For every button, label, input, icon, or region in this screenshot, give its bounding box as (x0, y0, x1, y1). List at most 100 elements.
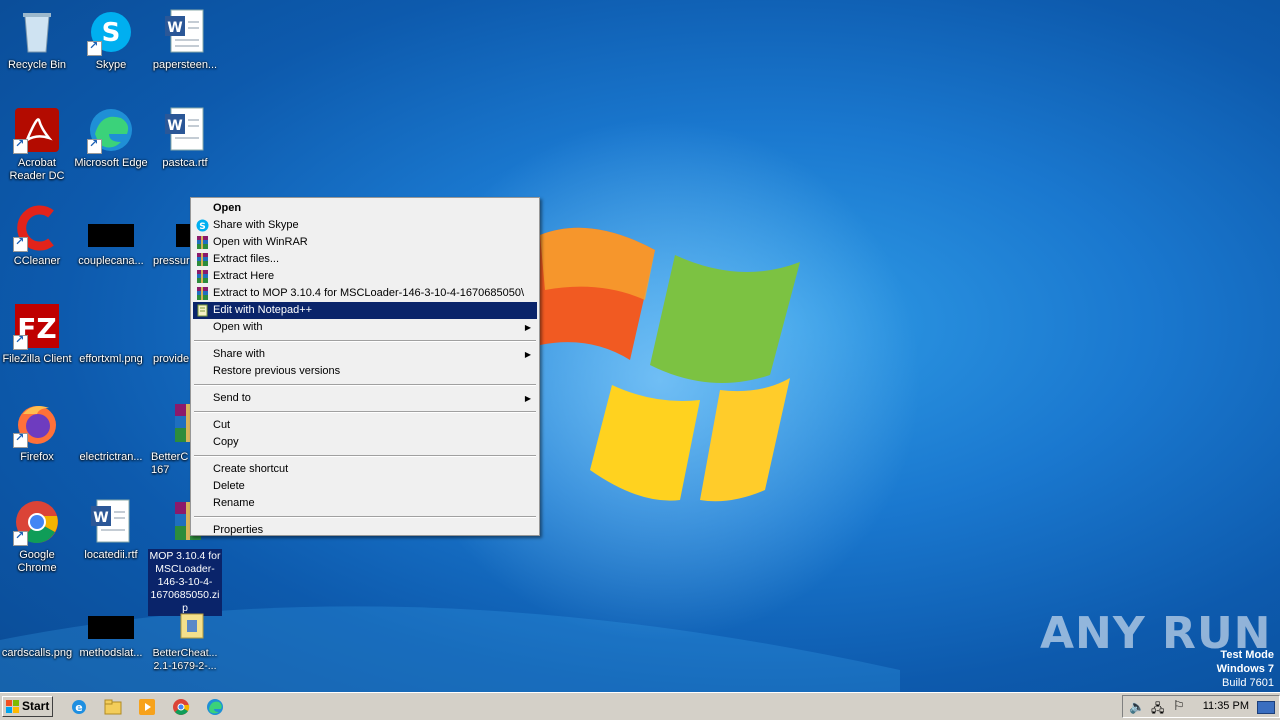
acrobat-icon (13, 106, 61, 154)
windows-flag-icon (6, 700, 19, 713)
blank-thumb-icon (87, 400, 135, 448)
notepadpp-icon (197, 304, 208, 317)
menu-item-rename[interactable]: Rename (193, 495, 537, 512)
svg-text:W: W (93, 510, 108, 526)
desktop-icon-effortxml[interactable]: effortxml.png (74, 302, 148, 366)
shortcut-arrow-icon (13, 529, 28, 546)
desktop-icon-label: Microsoft Edge (74, 157, 148, 169)
menu-item-properties[interactable]: Properties (193, 522, 537, 539)
menu-item-label: Create shortcut (213, 463, 289, 475)
word-doc-icon: W (87, 498, 135, 546)
menu-item-open[interactable]: Open (193, 200, 537, 217)
desktop-icon-label: CCleaner (13, 255, 61, 267)
explorer-icon[interactable] (104, 698, 122, 716)
menu-item-restore-previous-versions[interactable]: Restore previous versions (193, 363, 537, 380)
menu-item-cut[interactable]: Cut (193, 417, 537, 434)
show-desktop-icon[interactable] (1257, 701, 1275, 714)
winrar-icon (197, 236, 208, 249)
winrar-icon (197, 270, 208, 283)
desktop-icon-papersteen[interactable]: W papersteen... (148, 8, 222, 72)
desktop-icon-ccleaner[interactable]: CCleaner (0, 204, 74, 268)
desktop-icon-filezilla[interactable]: FZ FileZilla Client (0, 302, 74, 366)
menu-separator (194, 455, 536, 457)
desktop-icon-chrome[interactable]: Google Chrome (0, 498, 74, 575)
menu-item-share-with[interactable]: Share with ▶ (193, 346, 537, 363)
word-doc-icon: W (161, 106, 209, 154)
menu-item-extract-to-folder[interactable]: Extract to MOP 3.10.4 for MSCLoader-146-… (193, 285, 537, 302)
menu-item-open-with-winrar[interactable]: Open with WinRAR (193, 234, 537, 251)
svg-text:W: W (167, 118, 182, 134)
shortcut-arrow-icon (87, 39, 102, 56)
desktop-icon-methodslat[interactable]: methodslat... (74, 596, 148, 660)
context-menu: Open S Share with Skype Open with WinRAR… (190, 197, 540, 536)
menu-separator (194, 411, 536, 413)
edge-icon (87, 106, 135, 154)
desktop-icon-acrobat[interactable]: Acrobat Reader DC (0, 106, 74, 183)
desktop-icon-label: Skype (95, 59, 127, 71)
menu-item-open-with[interactable]: Open with ▶ (193, 319, 537, 336)
menu-item-copy[interactable]: Copy (193, 434, 537, 451)
desktop-icon-edge[interactable]: Microsoft Edge (74, 106, 148, 170)
svg-text:S: S (199, 222, 205, 232)
recycle-bin-icon (13, 8, 61, 56)
desktop-icon-pastca[interactable]: W pastca.rtf (148, 106, 222, 170)
svg-text:S: S (102, 18, 121, 48)
svg-text:e: e (75, 701, 82, 714)
menu-item-label: Send to (213, 392, 251, 404)
media-player-icon[interactable] (138, 698, 156, 716)
menu-separator (194, 516, 536, 518)
menu-separator (194, 384, 536, 386)
menu-item-label: Delete (213, 480, 245, 492)
desktop-icon-recycle-bin[interactable]: Recycle Bin (0, 8, 74, 72)
desktop-icon-locatedii[interactable]: W locatedii.rtf (74, 498, 148, 562)
desktop-icon-electrictran[interactable]: electrictran... (74, 400, 148, 464)
ccleaner-icon (13, 204, 61, 252)
menu-item-label: Copy (213, 436, 239, 448)
menu-item-label: Share with (213, 348, 265, 360)
desktop-icon-label: Firefox (20, 451, 54, 463)
menu-item-edit-with-notepadpp[interactable]: Edit with Notepad++ (193, 302, 537, 319)
volume-icon[interactable]: 🔈 (1129, 699, 1145, 715)
network-icon[interactable]: 🖧 (1151, 699, 1164, 720)
desktop-icon-couplecana[interactable]: couplecana... (74, 204, 148, 268)
desktop-icon-label: locatedii.rtf (84, 549, 138, 561)
menu-item-extract-files[interactable]: Extract files... (193, 251, 537, 268)
menu-item-extract-here[interactable]: Extract Here (193, 268, 537, 285)
desktop-icon-cardscalls[interactable]: cardscalls.png (0, 596, 74, 660)
skype-icon: S (196, 219, 209, 232)
desktop-icon-label: effortxml.png (79, 353, 143, 365)
chrome-icon[interactable] (172, 698, 190, 716)
desktop-icon-label: methodslat... (79, 647, 143, 659)
blank-thumb-icon (87, 302, 135, 350)
svg-text:W: W (167, 20, 182, 36)
installer-icon (161, 596, 209, 644)
menu-item-label: Open with WinRAR (213, 236, 308, 248)
desktop-icon-label: cardscalls.png (1, 647, 73, 659)
desktop-icon-label: pastca.rtf (162, 157, 208, 169)
chrome-icon (13, 498, 61, 546)
menu-item-share-with-skype[interactable]: S Share with Skype (193, 217, 537, 234)
menu-item-label: Extract Here (213, 270, 275, 282)
action-center-flag-icon[interactable]: ⚐ (1173, 698, 1185, 714)
shortcut-arrow-icon (13, 235, 28, 252)
winrar-icon (197, 287, 208, 300)
menu-item-send-to[interactable]: Send to ▶ (193, 390, 537, 407)
menu-item-label: Open with (213, 321, 263, 333)
desktop-icon-label: Recycle Bin (7, 59, 67, 71)
start-button[interactable]: Start (2, 696, 53, 717)
menu-item-create-shortcut[interactable]: Create shortcut (193, 461, 537, 478)
shortcut-arrow-icon (13, 431, 28, 448)
desktop-icon-firefox[interactable]: Firefox (0, 400, 74, 464)
desktop-icon-skype[interactable]: S Skype (74, 8, 148, 72)
clock[interactable]: 11:35 PM (1203, 700, 1249, 712)
ie-icon[interactable]: e (70, 698, 88, 716)
menu-item-delete[interactable]: Delete (193, 478, 537, 495)
menu-separator (194, 340, 536, 342)
black-thumb-icon (87, 204, 135, 252)
blank-thumb-icon (13, 596, 61, 644)
edge-icon[interactable] (206, 698, 224, 716)
menu-item-label: Edit with Notepad++ (213, 304, 313, 316)
shortcut-arrow-icon (13, 333, 28, 350)
word-doc-icon: W (161, 8, 209, 56)
desktop-icon-bettercheat-installer[interactable]: BetterCheat... 2.1-1679-2-... (148, 596, 222, 673)
